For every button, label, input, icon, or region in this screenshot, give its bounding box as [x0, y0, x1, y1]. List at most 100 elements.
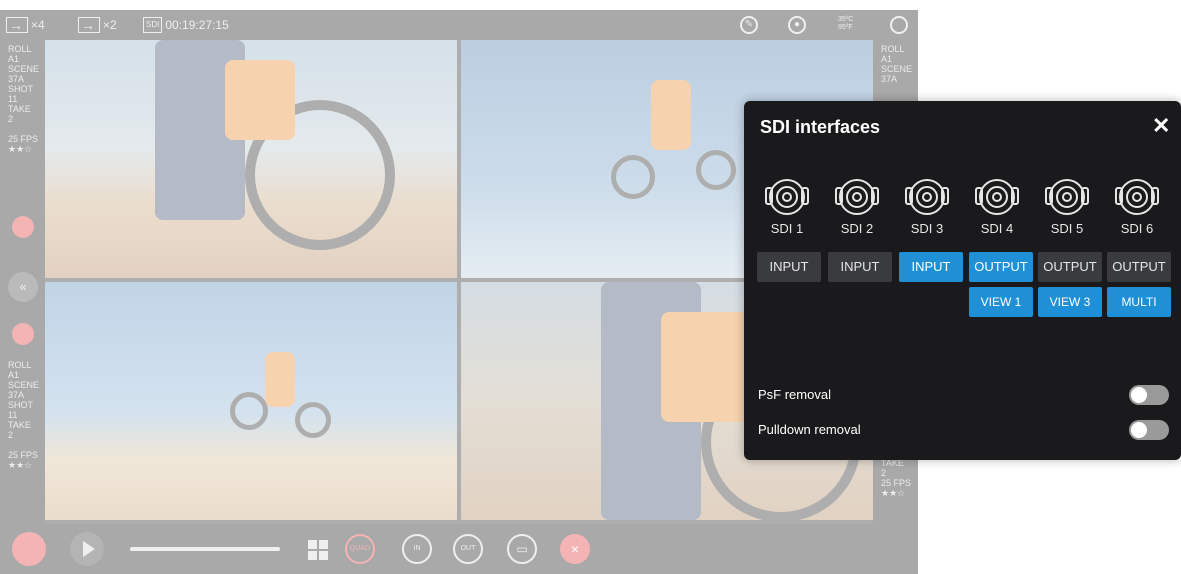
record-indicator[interactable]	[12, 323, 34, 345]
scene-value: 37A	[8, 390, 25, 400]
dialog-title: SDI interfaces	[760, 117, 881, 137]
record-indicator[interactable]	[12, 216, 34, 238]
port-label: SDI 3	[910, 221, 944, 236]
output-x2-indicator[interactable]: ×2	[78, 15, 117, 35]
shot-label: SHOT	[8, 84, 34, 94]
sdi-port-6: SDI 6	[1107, 175, 1167, 236]
pulldown-removal-label: Pulldown removal	[758, 422, 861, 437]
sdi-3-mode-button[interactable]: INPUT	[899, 252, 963, 282]
collapse-panel-button[interactable]: «	[8, 272, 38, 302]
port-label: SDI 1	[770, 221, 804, 236]
sdi-4-mode-button[interactable]: OUTPUT	[969, 252, 1033, 282]
psf-removal-toggle[interactable]	[1129, 385, 1169, 405]
video-view-3[interactable]	[45, 282, 457, 520]
out-point-button[interactable]: OUT	[453, 534, 483, 564]
wrench-icon[interactable]: ✎	[740, 16, 758, 34]
output-arrow-icon	[78, 15, 100, 35]
metadata-block-bottom: ROLL A1 SCENE 37A SHOT 11 TAKE 2 25 FPS …	[0, 360, 39, 470]
sdi-6-view-button[interactable]: MULTI	[1107, 287, 1171, 317]
bottom-toolbar: QUAD IN OUT ▭ ×	[0, 524, 918, 574]
gear-icon[interactable]: ●	[788, 16, 806, 34]
sdi-port-3: SDI 3	[897, 175, 957, 236]
psf-removal-label: PsF removal	[758, 387, 831, 402]
shot-value: 11	[8, 94, 18, 104]
scene-label: SCENE	[8, 64, 40, 74]
bnc-connector-icon	[835, 175, 879, 219]
metadata-block-top: ROLL A1 SCENE 37A SHOT 11 TAKE 2 25 FPS …	[0, 44, 39, 154]
bnc-connector-icon	[765, 175, 809, 219]
pulldown-removal-toggle[interactable]	[1129, 420, 1169, 440]
output-x4-count: ×4	[31, 18, 45, 32]
video-frame-content	[661, 312, 751, 422]
roll-label: ROLL	[8, 44, 32, 54]
shot-value: 11	[8, 410, 18, 420]
fullscreen-icon[interactable]	[890, 16, 908, 34]
timecode-display[interactable]: SDI 00:19:27:15	[143, 15, 229, 35]
scene-label: SCENE	[8, 380, 40, 390]
video-frame-content	[295, 402, 331, 438]
bnc-connector-icon	[905, 175, 949, 219]
video-frame-content	[611, 155, 655, 199]
port-label: SDI 6	[1120, 221, 1154, 236]
video-frame-content	[265, 352, 295, 407]
temp-fahrenheit: 95ºF	[838, 24, 853, 31]
roll-label: ROLL	[8, 360, 32, 370]
sdi-5-mode-button[interactable]: OUTPUT	[1038, 252, 1102, 282]
sdi-port-1: SDI 1	[757, 175, 817, 236]
scrub-bar[interactable]	[130, 547, 280, 551]
close-icon[interactable]: ✕	[1152, 113, 1170, 139]
temp-celsius: 35ºC	[838, 16, 854, 23]
delete-button[interactable]: ×	[560, 534, 590, 564]
rating-stars[interactable]: ★★☆	[8, 144, 39, 154]
metadata-block-top: ROLL A1 SCENE 37A	[873, 44, 912, 84]
video-frame-content	[230, 392, 268, 430]
output-x2-count: ×2	[103, 18, 117, 32]
fps-value: 25 FPS	[8, 134, 39, 144]
roll-value: A1	[8, 54, 20, 64]
port-label: SDI 5	[1050, 221, 1084, 236]
take-value: 2	[881, 468, 887, 478]
video-view-1[interactable]	[45, 40, 457, 278]
rating-stars[interactable]: ★★☆	[8, 460, 39, 470]
in-point-button[interactable]: IN	[402, 534, 432, 564]
sdi-1-mode-button[interactable]: INPUT	[757, 252, 821, 282]
folder-icon[interactable]: ▭	[507, 534, 537, 564]
sdi-port-4: SDI 4	[967, 175, 1027, 236]
video-frame-content	[651, 80, 691, 150]
port-label: SDI 2	[840, 221, 874, 236]
take-value: 2	[8, 114, 14, 124]
sdi-5-view-button[interactable]: VIEW 3	[1038, 287, 1102, 317]
roll-value: A1	[881, 54, 893, 64]
quad-button[interactable]: QUAD	[345, 534, 375, 564]
scene-value: 37A	[8, 74, 25, 84]
roll-value: A1	[8, 370, 20, 380]
sdi-6-mode-button[interactable]: OUTPUT	[1107, 252, 1171, 282]
temperature-readout: 35ºC 95ºF	[838, 16, 853, 32]
left-metadata-panel: ROLL A1 SCENE 37A SHOT 11 TAKE 2 25 FPS …	[0, 40, 45, 540]
sdi-port-2: SDI 2	[827, 175, 887, 236]
metadata-block-bottom: TAKE 2 25 FPS ★★☆	[873, 458, 911, 498]
quad-grid-icon[interactable]	[308, 540, 328, 560]
shot-label: SHOT	[8, 400, 34, 410]
top-bar: ×4 ×2 SDI 00:19:27:15 ✎ ● 35ºC 95ºF	[0, 10, 918, 40]
bnc-connector-icon	[1115, 175, 1159, 219]
sdi-port-5: SDI 5	[1037, 175, 1097, 236]
sdi-2-mode-button[interactable]: INPUT	[828, 252, 892, 282]
scene-value: 37A	[881, 74, 898, 84]
rating-stars[interactable]: ★★☆	[881, 488, 911, 498]
scene-label: SCENE	[881, 64, 913, 74]
fps-value: 25 FPS	[881, 478, 912, 488]
take-label: TAKE	[8, 104, 31, 114]
take-value: 2	[8, 430, 14, 440]
fps-value: 25 FPS	[8, 450, 39, 460]
video-frame-content	[696, 150, 736, 190]
timecode: 00:19:27:15	[165, 18, 229, 32]
output-x4-indicator[interactable]: ×4	[6, 15, 45, 35]
play-button[interactable]	[70, 532, 104, 566]
video-frame-content	[225, 60, 295, 140]
take-label: TAKE	[8, 420, 31, 430]
sdi-4-view-button[interactable]: VIEW 1	[969, 287, 1033, 317]
sdi-badge: SDI	[143, 17, 163, 33]
record-button[interactable]	[12, 532, 46, 566]
bnc-connector-icon	[1045, 175, 1089, 219]
